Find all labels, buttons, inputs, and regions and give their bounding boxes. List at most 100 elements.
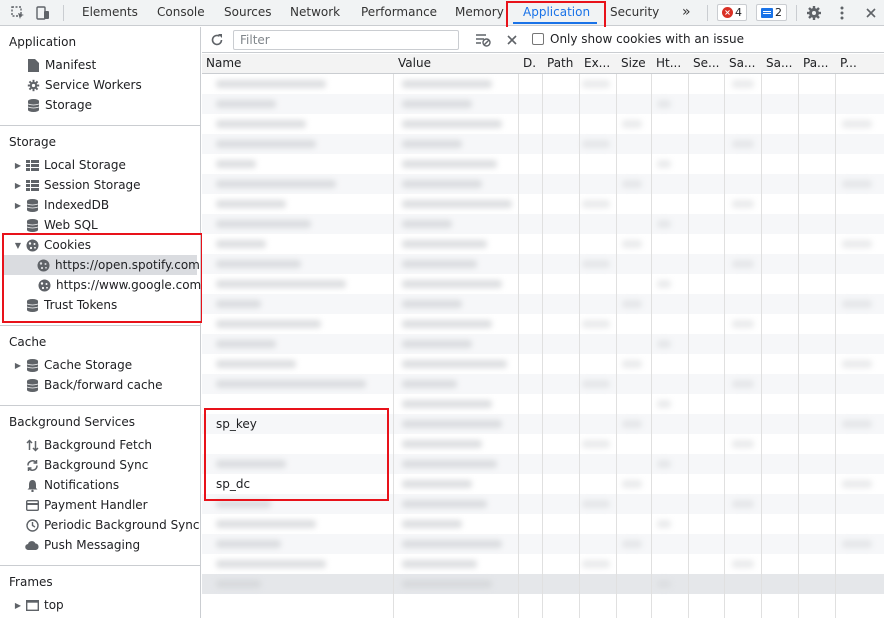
table-row[interactable] bbox=[202, 154, 884, 174]
sidebar-item-web-sql[interactable]: Web SQL bbox=[25, 215, 98, 235]
sidebar-item-storage[interactable]: Storage bbox=[26, 95, 92, 115]
sidebar-item-label: Service Workers bbox=[45, 78, 142, 92]
table-row[interactable] bbox=[202, 114, 884, 134]
issues-count-badge[interactable]: 2 bbox=[756, 4, 787, 21]
cookie-icon bbox=[37, 278, 51, 292]
refresh-icon[interactable] bbox=[207, 30, 227, 50]
clear-all-icon[interactable] bbox=[502, 30, 522, 50]
table-row[interactable] bbox=[202, 354, 884, 374]
table-row[interactable] bbox=[202, 434, 884, 454]
sidebar-item-cache-storage[interactable]: ▶ Cache Storage bbox=[13, 355, 132, 375]
table-row[interactable]: sp_dc bbox=[202, 474, 884, 494]
sidebar-item-back-forward-cache[interactable]: Back/forward cache bbox=[25, 375, 163, 395]
sidebar-item-service-workers[interactable]: Service Workers bbox=[26, 75, 142, 95]
tab-security[interactable]: Security bbox=[610, 0, 659, 25]
redacted-cell bbox=[622, 300, 642, 308]
table-row[interactable] bbox=[202, 234, 884, 254]
error-count-badge[interactable]: × 4 bbox=[717, 4, 747, 21]
expand-arrow-icon[interactable]: ▶ bbox=[13, 160, 23, 170]
filter-input[interactable] bbox=[233, 30, 459, 50]
table-row[interactable] bbox=[202, 574, 884, 594]
sidebar-item-payment-handler[interactable]: Payment Handler bbox=[25, 495, 148, 515]
table-row[interactable] bbox=[202, 554, 884, 574]
table-row[interactable] bbox=[202, 454, 884, 474]
expand-arrow-icon[interactable]: ▶ bbox=[13, 180, 23, 190]
column-header-size[interactable]: Size bbox=[617, 54, 651, 74]
sidebar-item-trust-tokens[interactable]: Trust Tokens bbox=[25, 295, 117, 315]
kebab-menu-icon[interactable] bbox=[832, 3, 852, 23]
redacted-name bbox=[216, 360, 296, 368]
sidebar-item-local-storage[interactable]: ▶ Local Storage bbox=[13, 155, 126, 175]
sidebar-item-label: IndexedDB bbox=[44, 198, 110, 212]
sidebar-item-frame-top[interactable]: ▶ top bbox=[13, 595, 64, 615]
column-header-sameparty[interactable]: Sa... bbox=[762, 54, 798, 74]
tab-performance[interactable]: Performance bbox=[361, 0, 437, 25]
table-row[interactable] bbox=[202, 214, 884, 234]
table-row[interactable] bbox=[202, 514, 884, 534]
table-row[interactable] bbox=[202, 194, 884, 214]
column-header-name[interactable]: Name bbox=[202, 54, 393, 74]
expand-arrow-icon[interactable]: ▶ bbox=[13, 360, 23, 370]
expand-arrow-icon[interactable]: ▶ bbox=[13, 200, 23, 210]
table-row[interactable] bbox=[202, 394, 884, 414]
table-row[interactable] bbox=[202, 134, 884, 154]
column-header-path[interactable]: Path bbox=[543, 54, 579, 74]
sidebar-item-periodic-background-sync[interactable]: Periodic Background Sync bbox=[25, 515, 200, 535]
sidebar-item-background-sync[interactable]: Background Sync bbox=[25, 455, 148, 475]
tab-elements[interactable]: Elements bbox=[82, 0, 138, 25]
table-row[interactable] bbox=[202, 254, 884, 274]
collapse-arrow-icon[interactable]: ▼ bbox=[13, 240, 23, 250]
tab-sources[interactable]: Sources bbox=[224, 0, 271, 25]
clear-filtered-cookies-icon[interactable] bbox=[473, 30, 493, 50]
table-row[interactable] bbox=[202, 174, 884, 194]
redacted-cell bbox=[622, 360, 642, 368]
redacted-cell bbox=[582, 320, 610, 328]
column-header-domain[interactable]: D. bbox=[519, 54, 542, 74]
table-row[interactable] bbox=[202, 94, 884, 114]
inspect-element-icon[interactable] bbox=[8, 3, 28, 23]
redacted-cell bbox=[657, 220, 671, 228]
sidebar-item-manifest[interactable]: Manifest bbox=[26, 55, 96, 75]
sidebar-item-cookie-spotify[interactable]: https://open.spotify.com bbox=[4, 255, 200, 275]
column-header-httponly[interactable]: Ht... bbox=[652, 54, 688, 74]
sidebar-item-notifications[interactable]: Notifications bbox=[25, 475, 119, 495]
sidebar-item-background-fetch[interactable]: Background Fetch bbox=[25, 435, 152, 455]
table-row[interactable] bbox=[202, 494, 884, 514]
redacted-name bbox=[216, 560, 326, 568]
sidebar-item-push-messaging[interactable]: Push Messaging bbox=[25, 535, 140, 555]
sidebar-item-cookies[interactable]: ▼ Cookies bbox=[13, 235, 91, 255]
column-header-expires[interactable]: Ex... bbox=[580, 54, 616, 74]
sidebar-item-session-storage[interactable]: ▶ Session Storage bbox=[13, 175, 141, 195]
expand-arrow-icon[interactable]: ▶ bbox=[13, 600, 23, 610]
redacted-name bbox=[216, 320, 321, 328]
redacted-value bbox=[402, 180, 482, 188]
redacted-value bbox=[402, 320, 492, 328]
close-icon[interactable] bbox=[861, 3, 881, 23]
device-toolbar-icon[interactable] bbox=[33, 3, 53, 23]
table-row[interactable] bbox=[202, 74, 884, 94]
table-row[interactable] bbox=[202, 534, 884, 554]
table-row[interactable] bbox=[202, 334, 884, 354]
column-header-secure[interactable]: Se... bbox=[689, 54, 724, 74]
only-issues-checkbox[interactable] bbox=[532, 33, 544, 45]
sidebar-item-indexeddb[interactable]: ▶ IndexedDB bbox=[13, 195, 109, 215]
table-row[interactable] bbox=[202, 274, 884, 294]
gear-icon[interactable] bbox=[804, 3, 824, 23]
column-header-priority[interactable]: P... bbox=[836, 54, 884, 74]
table-row[interactable] bbox=[202, 294, 884, 314]
table-row[interactable] bbox=[202, 314, 884, 334]
sidebar-item-label: Cookies bbox=[44, 238, 91, 252]
redacted-cell bbox=[657, 580, 671, 588]
sidebar-item-cookie-google[interactable]: https://www.google.com bbox=[37, 275, 201, 295]
tab-console[interactable]: Console bbox=[157, 0, 205, 25]
more-tabs-button[interactable]: » bbox=[682, 0, 691, 25]
column-header-partition-key[interactable]: Pa... bbox=[799, 54, 835, 74]
table-row[interactable]: sp_key bbox=[202, 414, 884, 434]
tab-network[interactable]: Network bbox=[290, 0, 340, 25]
column-header-samesite[interactable]: Sa... bbox=[725, 54, 761, 74]
tab-memory[interactable]: Memory bbox=[455, 0, 504, 25]
table-row[interactable] bbox=[202, 374, 884, 394]
sidebar-item-label: Payment Handler bbox=[44, 498, 148, 512]
redacted-value bbox=[402, 480, 472, 488]
column-header-value[interactable]: Value bbox=[394, 54, 518, 74]
